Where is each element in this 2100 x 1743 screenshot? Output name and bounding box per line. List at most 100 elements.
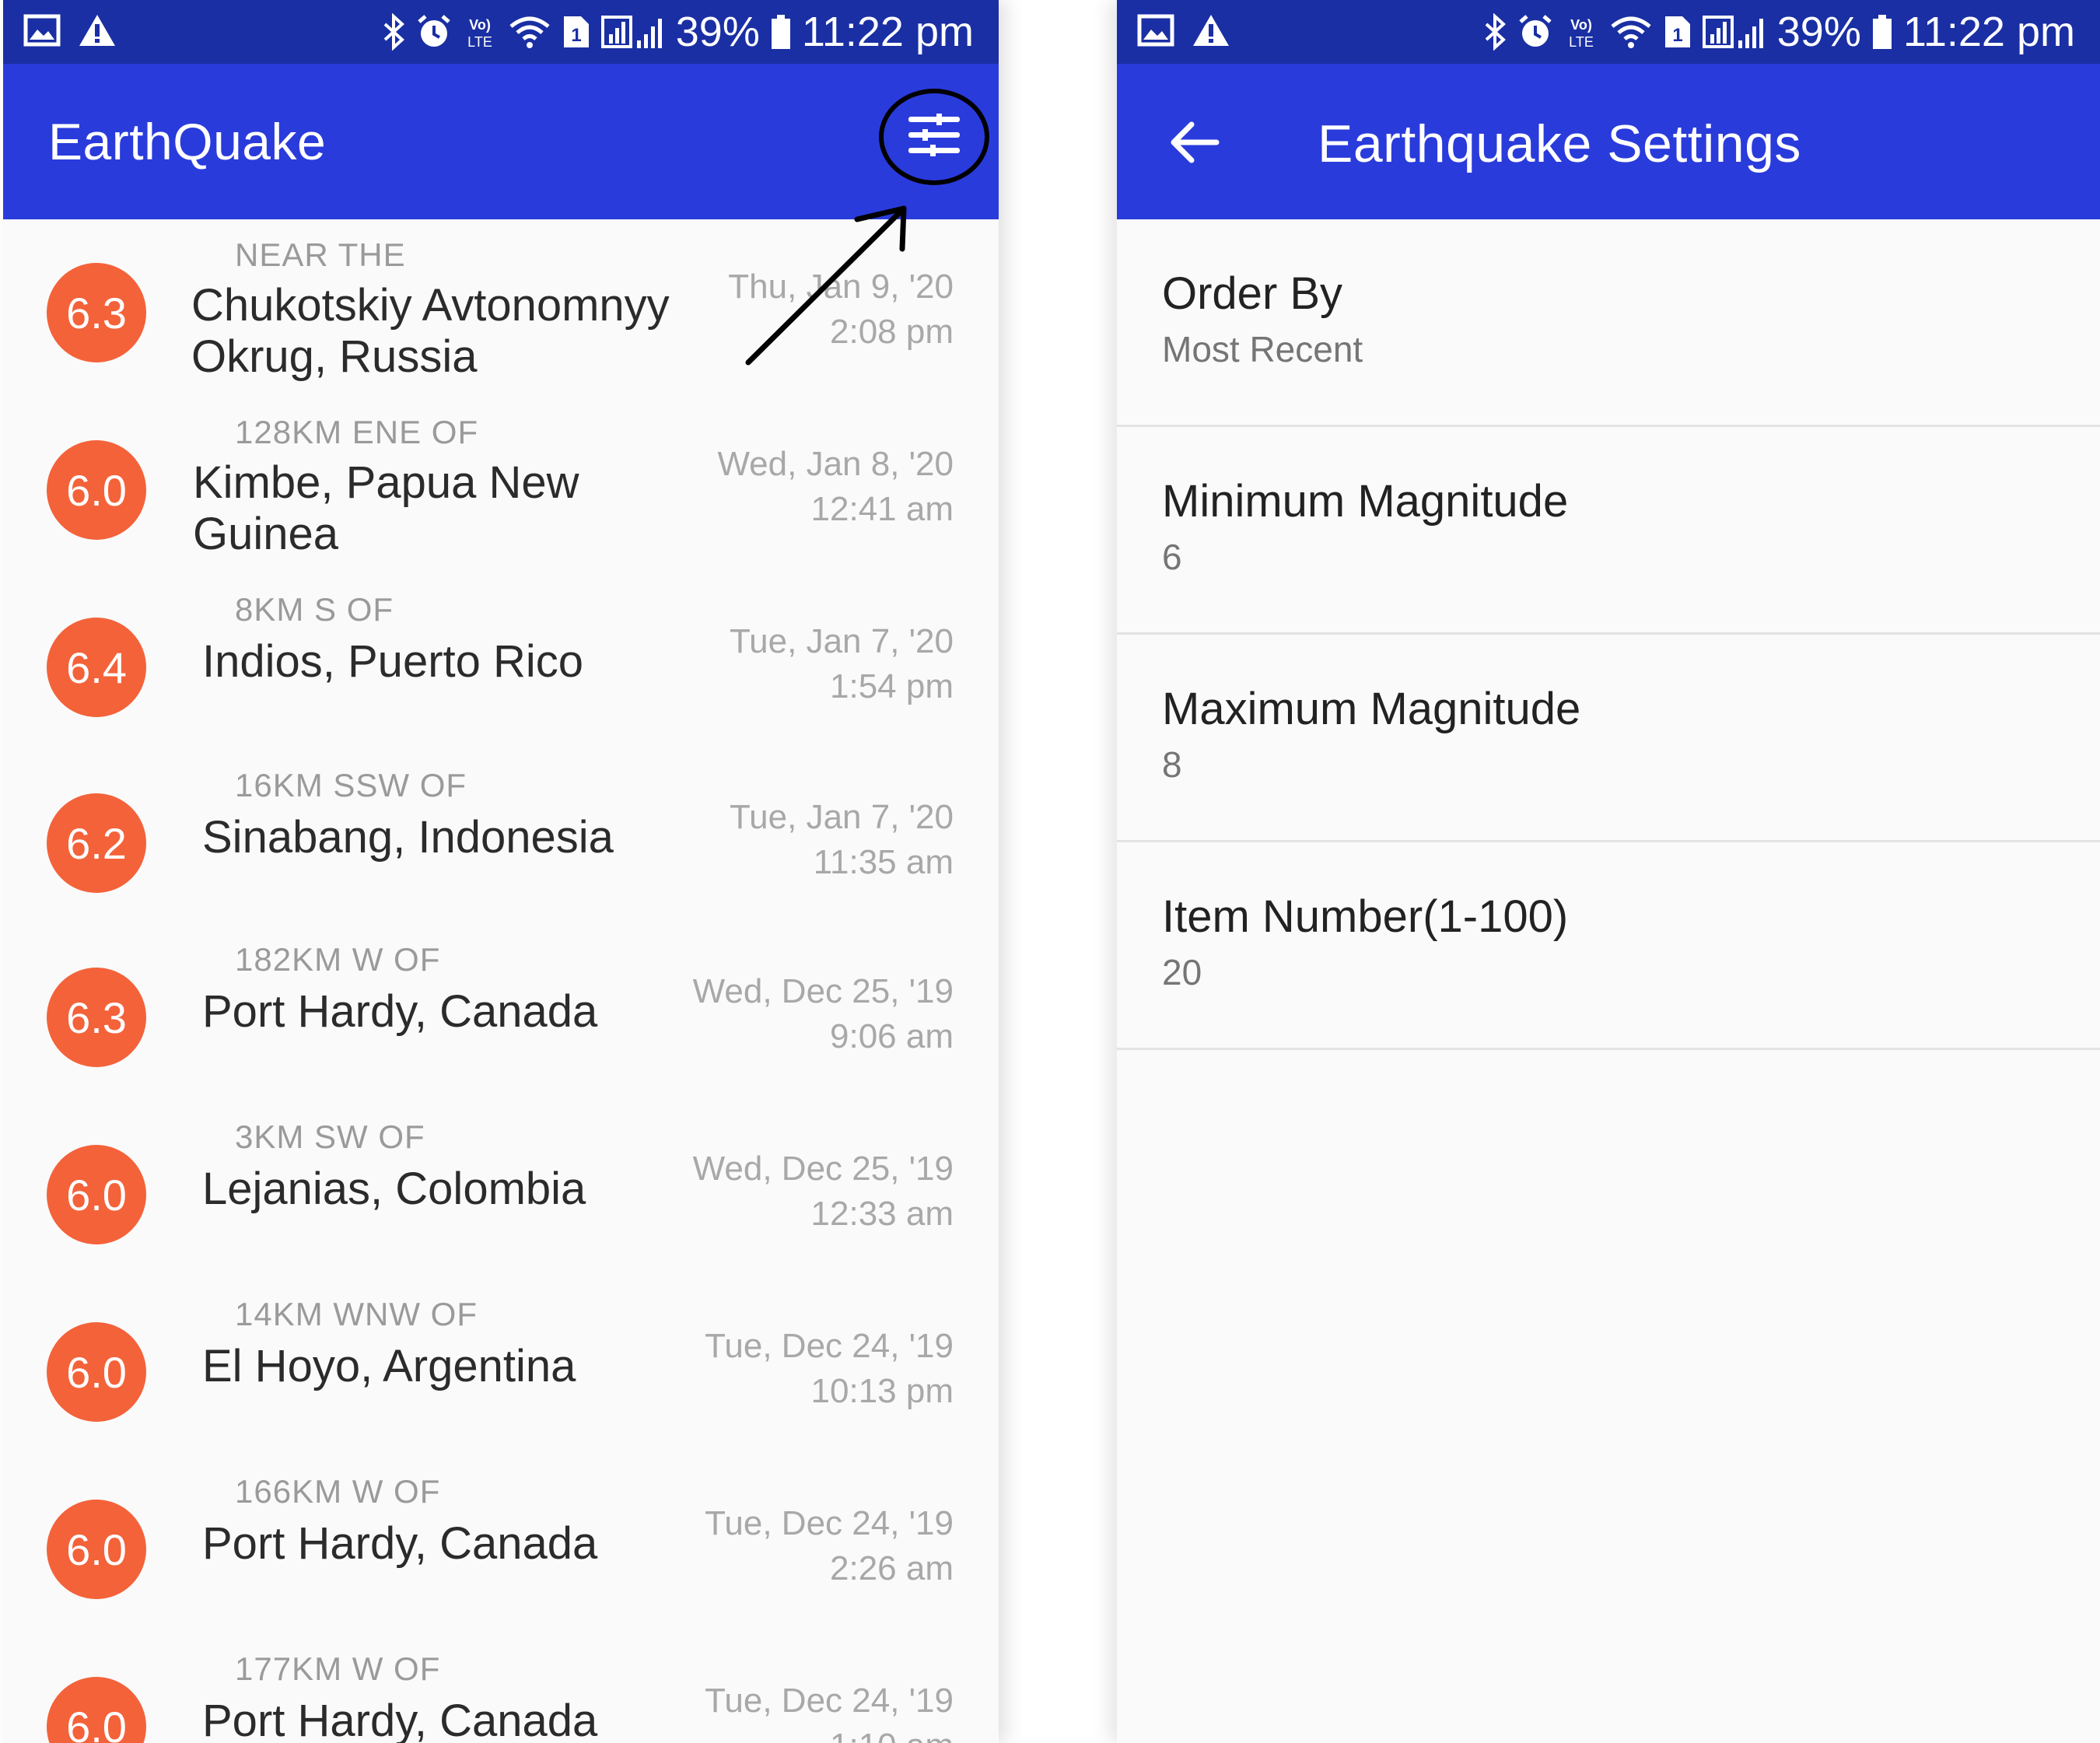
settings-screen: Vo) LTE 1 39% 11:22 pm Earthquake Setting… (1117, 0, 2100, 1743)
bluetooth-icon (382, 13, 405, 51)
sim-icon: 1 (1664, 15, 1692, 49)
location-primary: Port Hardy, Canada (202, 1518, 598, 1569)
location-offset: 128KM ENE OF (235, 414, 479, 450)
location-primary: Port Hardy, Canada (202, 986, 598, 1037)
setting-value: 20 (1162, 952, 1202, 992)
signal-icon (600, 14, 665, 50)
status-bar: Vo) LTE 1 39% 11:22 pm (3, 0, 999, 64)
svg-text:LTE: LTE (1569, 34, 1594, 50)
earthquake-item[interactable]: 6.0 3KM SW OF Lejanias, Colombia Wed, De… (3, 1106, 999, 1283)
magnitude-badge: 6.2 (47, 793, 146, 893)
back-button[interactable] (1167, 115, 1221, 170)
quake-time: 2:08 pm (830, 313, 954, 351)
magnitude-badge: 6.4 (47, 618, 146, 717)
location-primary: Lejanias, Colombia (202, 1164, 586, 1214)
battery-percent: 39% (675, 9, 760, 55)
location-offset: 182KM W OF (235, 941, 441, 978)
setting-value: Most Recent (1162, 329, 1363, 369)
quake-date: Tue, Jan 7, '20 (729, 622, 954, 660)
svg-text:1: 1 (571, 25, 581, 46)
alert-icon (78, 13, 117, 51)
app-bar: Earthquake Settings (1117, 64, 2100, 219)
volte-icon: Vo) LTE (1564, 14, 1598, 50)
battery-icon (1872, 14, 1892, 50)
setting-min-magnitude[interactable]: Minimum Magnitude 6 (1117, 427, 2100, 635)
setting-title: Maximum Magnitude (1162, 684, 1581, 734)
quake-time: 12:33 am (810, 1195, 954, 1233)
location-primary: Port Hardy, Canada (202, 1696, 598, 1743)
setting-max-magnitude[interactable]: Maximum Magnitude 8 (1117, 635, 2100, 842)
setting-item-number[interactable]: Item Number(1-100) 20 (1117, 842, 2100, 1050)
setting-title: Order By (1162, 268, 1343, 319)
image-icon (1137, 14, 1174, 51)
quake-time: 9:06 am (830, 1017, 954, 1055)
volte-icon: Vo) LTE (463, 14, 497, 50)
location-primary: El Hoyo, Argentina (202, 1341, 576, 1391)
signal-icon (1702, 14, 1766, 50)
clock: 11:22 pm (1902, 9, 2075, 55)
quake-date: Tue, Dec 24, '19 (705, 1682, 954, 1720)
location-primary: Chukotskiy Avtonomnyy Okrug, Russia (191, 280, 670, 382)
quake-date: Wed, Dec 25, '19 (692, 972, 954, 1010)
battery-percent: 39% (1776, 9, 1861, 55)
setting-title: Item Number(1-100) (1162, 891, 1569, 942)
wifi-icon (1609, 14, 1653, 50)
wifi-icon (508, 14, 551, 50)
quake-time: 11:35 am (813, 843, 954, 881)
quake-time: 2:26 am (830, 1549, 954, 1587)
quake-date: Tue, Jan 7, '20 (729, 798, 954, 836)
alert-icon (1192, 13, 1230, 51)
filter-icon (907, 113, 961, 161)
earthquake-item[interactable]: 6.0 166KM W OF Port Hardy, Canada Tue, D… (3, 1461, 999, 1638)
quake-time: 10:13 pm (810, 1372, 954, 1410)
sim-icon: 1 (562, 15, 590, 49)
location-primary: Sinabang, Indonesia (202, 812, 614, 863)
page-title: EarthQuake (48, 113, 327, 170)
location-primary: Kimbe, Papua New Guinea (193, 457, 579, 559)
magnitude-badge: 6.0 (47, 1500, 146, 1599)
svg-text:Vo): Vo) (469, 17, 491, 33)
location-offset: 177KM W OF (235, 1650, 441, 1687)
earthquake-item[interactable]: 6.4 8KM S OF Indios, Puerto Rico Tue, Ja… (3, 574, 999, 751)
quake-time: 12:41 am (810, 490, 954, 528)
quake-date: Wed, Jan 8, '20 (717, 445, 954, 483)
alarm-icon (1517, 14, 1553, 50)
bluetooth-icon (1483, 13, 1507, 51)
quake-date: Tue, Dec 24, '19 (705, 1327, 954, 1365)
earthquake-item[interactable]: 6.0 177KM W OF Port Hardy, Canada Tue, D… (3, 1638, 999, 1743)
svg-text:LTE: LTE (467, 34, 492, 50)
svg-text:Vo): Vo) (1570, 17, 1592, 33)
earthquake-item[interactable]: 6.0 14KM WNW OF El Hoyo, Argentina Tue, … (3, 1283, 999, 1461)
filter-button[interactable] (879, 89, 989, 185)
earthquake-item[interactable]: 6.0 128KM ENE OF Kimbe, Papua New Guinea… (3, 397, 999, 574)
location-offset: 3KM SW OF (235, 1118, 425, 1155)
location-offset: 8KM S OF (235, 591, 394, 628)
back-arrow-icon (1167, 121, 1221, 173)
quake-time: 1:54 pm (830, 667, 954, 705)
setting-value: 8 (1162, 744, 1182, 785)
location-offset: 16KM SSW OF (235, 767, 467, 803)
alarm-icon (416, 14, 452, 50)
quake-time: 1:10 am (830, 1727, 954, 1743)
quake-date: Thu, Jan 9, '20 (728, 268, 954, 306)
magnitude-badge: 6.0 (47, 440, 146, 540)
setting-value: 6 (1162, 537, 1182, 577)
clock: 11:22 pm (801, 9, 974, 55)
earthquake-item[interactable]: 6.2 16KM SSW OF Sinabang, Indonesia Tue,… (3, 751, 999, 929)
location-primary: Indios, Puerto Rico (202, 636, 584, 687)
magnitude-badge: 6.0 (47, 1322, 146, 1422)
quake-date: Tue, Dec 24, '19 (705, 1504, 954, 1542)
location-offset: NEAR THE (235, 236, 406, 273)
setting-order-by[interactable]: Order By Most Recent (1117, 219, 2100, 427)
earthquake-list-screen: Vo) LTE 1 39% 11:22 pm EarthQuake 6.3 NE… (3, 0, 999, 1743)
status-bar: Vo) LTE 1 39% 11:22 pm (1117, 0, 2100, 64)
setting-title: Minimum Magnitude (1162, 476, 1569, 527)
app-bar: EarthQuake (3, 64, 999, 219)
earthquake-item[interactable]: 6.3 182KM W OF Port Hardy, Canada Wed, D… (3, 929, 999, 1106)
earthquake-item[interactable]: 6.3 NEAR THE Chukotskiy Avtonomnyy Okrug… (3, 219, 999, 397)
svg-text:1: 1 (1672, 25, 1682, 46)
magnitude-badge: 6.3 (47, 968, 146, 1067)
quake-date: Wed, Dec 25, '19 (692, 1150, 954, 1188)
location-offset: 166KM W OF (235, 1473, 441, 1510)
magnitude-badge: 6.3 (47, 263, 146, 362)
